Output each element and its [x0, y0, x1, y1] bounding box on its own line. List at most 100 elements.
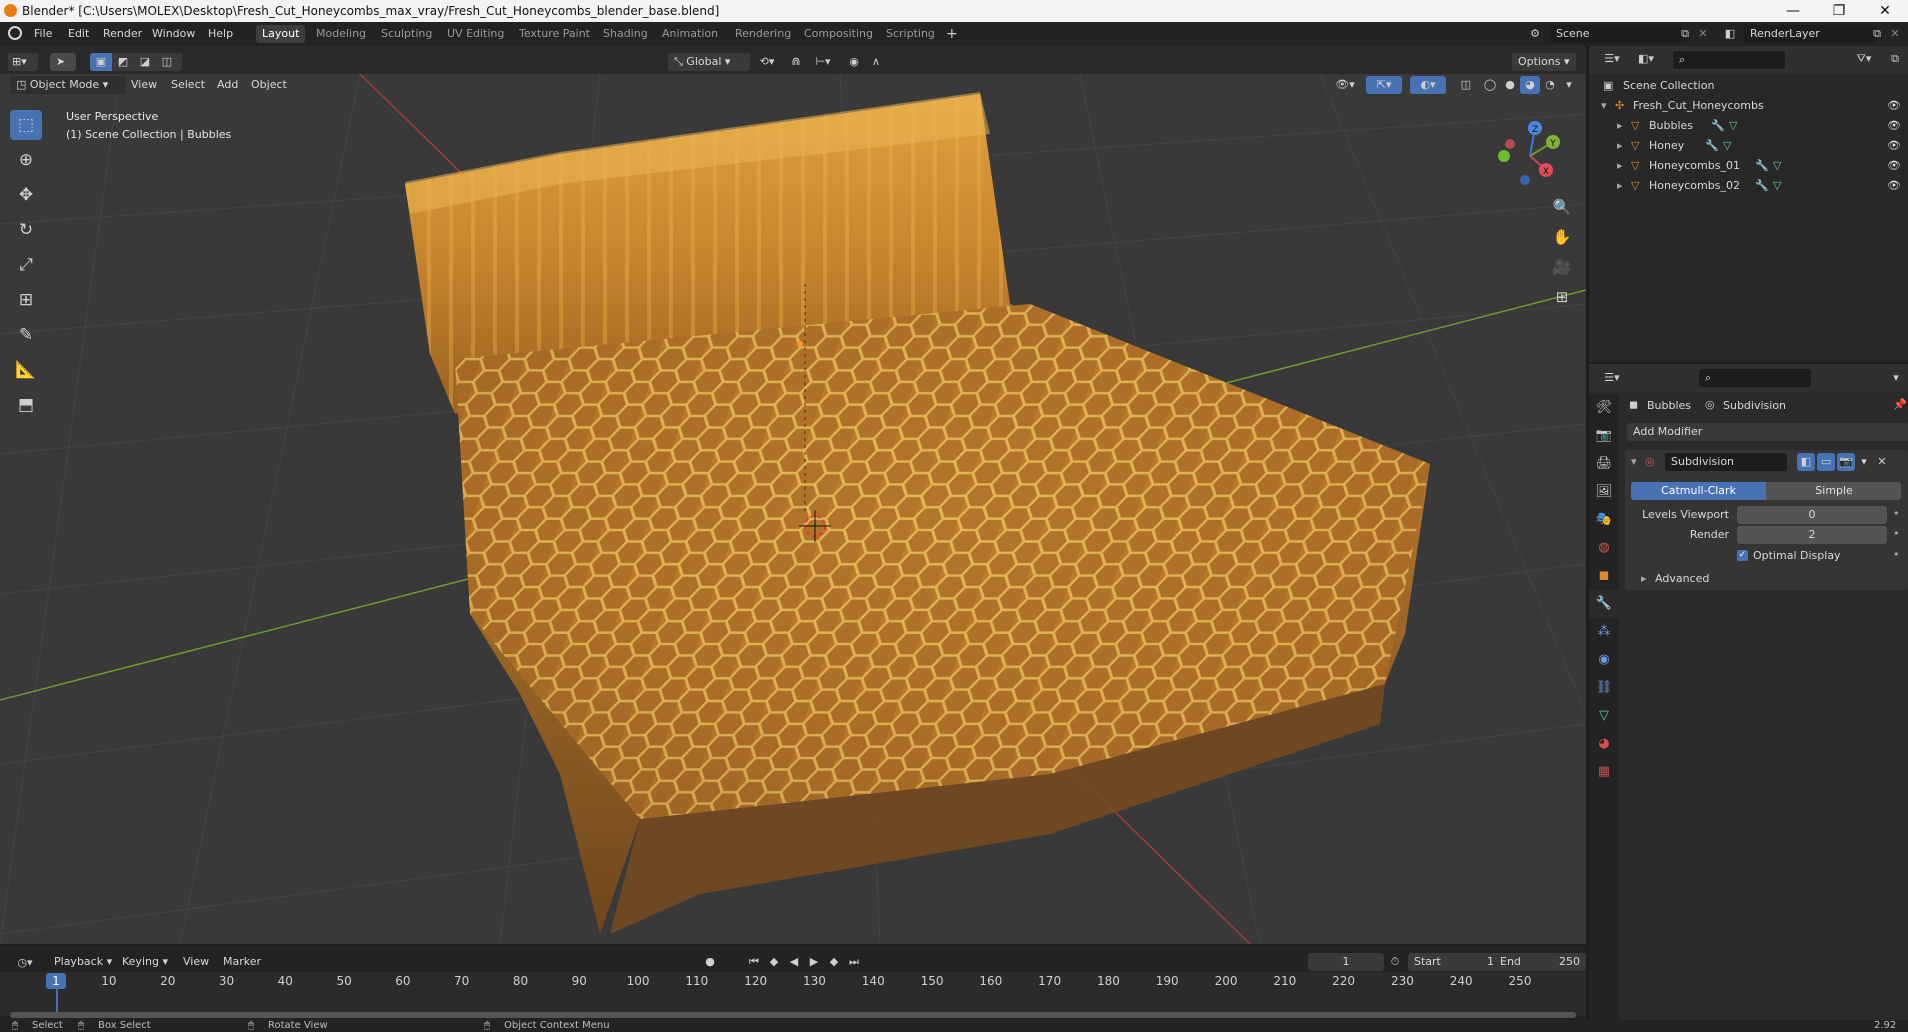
- blender-menu-icon[interactable]: [8, 26, 22, 40]
- render-levels-field[interactable]: 2: [1737, 526, 1887, 544]
- record-keyframe-icon[interactable]: ●: [700, 953, 720, 971]
- scale-tool-icon[interactable]: ⤢: [10, 250, 42, 280]
- advanced-subpanel[interactable]: Advanced: [1655, 572, 1709, 585]
- menu-help[interactable]: Help: [208, 27, 233, 40]
- mesh-data-icon[interactable]: ▽: [1773, 156, 1781, 176]
- mesh-data-icon[interactable]: ▽: [1723, 136, 1731, 156]
- tab-compositing[interactable]: Compositing: [798, 25, 879, 43]
- play-reverse-icon[interactable]: ◀: [785, 953, 803, 971]
- edit-mode-toggle-icon[interactable]: ◧: [1797, 453, 1815, 471]
- keyframe-dot-icon[interactable]: •: [1893, 527, 1900, 540]
- expand-arrow-icon[interactable]: ▸: [1617, 156, 1623, 176]
- delete-view-layer-icon[interactable]: ✕: [1888, 25, 1902, 43]
- mesh-data-icon[interactable]: ▽: [1729, 116, 1737, 136]
- tab-sculpting[interactable]: Sculpting: [375, 25, 438, 43]
- overlays-toggle-icon[interactable]: ◐▾: [1410, 76, 1446, 94]
- world-tab-icon[interactable]: ◍: [1589, 534, 1619, 562]
- filter-icon[interactable]: ⛛▾: [1849, 50, 1879, 68]
- new-view-layer-icon[interactable]: ⧉: [1868, 25, 1886, 43]
- render-toggle-icon[interactable]: 📷: [1837, 453, 1855, 471]
- minimize-button[interactable]: —: [1770, 0, 1816, 22]
- add-menu[interactable]: Add: [217, 78, 238, 91]
- proportional-edit-icon[interactable]: ◉: [844, 53, 864, 71]
- constraints-tab-icon[interactable]: ⛓: [1589, 674, 1619, 702]
- jump-start-icon[interactable]: ⏮: [745, 953, 763, 971]
- visibility-eye-icon[interactable]: 👁: [1887, 136, 1901, 156]
- tab-uv-editing[interactable]: UV Editing: [441, 25, 510, 43]
- visibility-eye-icon[interactable]: 👁: [1887, 96, 1901, 116]
- ortho-grid-icon[interactable]: ⊞: [1548, 284, 1576, 310]
- object-menu[interactable]: Object: [251, 78, 287, 91]
- tab-animation[interactable]: Animation: [656, 25, 724, 43]
- mesh-data-icon[interactable]: ▽: [1773, 176, 1781, 196]
- new-collection-icon[interactable]: ⧉: [1885, 50, 1905, 68]
- scene-icon[interactable]: ⚙: [1525, 25, 1545, 43]
- expand-arrow-icon[interactable]: ▸: [1617, 136, 1623, 156]
- subtract-selection-icon[interactable]: ◪: [134, 53, 156, 71]
- jump-next-keyframe-icon[interactable]: ◆: [825, 953, 843, 971]
- outliner-item-honeycombs-02[interactable]: ▸ ▽ Honeycombs_02 🔧 ▽ 👁: [1589, 176, 1908, 196]
- tab-layout[interactable]: Layout: [256, 25, 306, 43]
- modifier-name-input[interactable]: Subdivision: [1665, 453, 1787, 471]
- play-icon[interactable]: ▶: [805, 953, 823, 971]
- visibility-eye-icon[interactable]: 👁: [1887, 156, 1901, 176]
- options-dropdown[interactable]: Options ▾: [1512, 53, 1576, 71]
- select-tool-icon[interactable]: ➤: [50, 53, 76, 71]
- timeline-editor-type-icon[interactable]: ◷▾: [10, 954, 40, 972]
- viewport-toggle-icon[interactable]: ▭: [1817, 453, 1835, 471]
- outliner-item-honey[interactable]: ▸ ▽ Honey 🔧 ▽ 👁: [1589, 136, 1908, 156]
- menu-window[interactable]: Window: [152, 27, 195, 40]
- editor-type-icon[interactable]: ⊞▾: [8, 53, 38, 71]
- visibility-eye-icon[interactable]: 👁: [1887, 116, 1901, 136]
- remove-modifier-icon[interactable]: ✕: [1875, 453, 1889, 471]
- select-box-tool-icon[interactable]: ⬚: [10, 110, 42, 140]
- playback-menu[interactable]: Playback ▾: [48, 953, 120, 971]
- modifier-menu-icon[interactable]: ▾: [1857, 453, 1871, 471]
- new-selection-icon[interactable]: ▣: [90, 53, 112, 71]
- material-shading-icon[interactable]: ◕: [1520, 76, 1540, 94]
- menu-render[interactable]: Render: [103, 27, 142, 40]
- wireframe-shading-icon[interactable]: ◯: [1480, 76, 1500, 94]
- zoom-icon[interactable]: 🔍: [1548, 194, 1576, 220]
- camera-view-icon[interactable]: 🎥: [1548, 254, 1576, 280]
- data-tab-icon[interactable]: ▽: [1589, 702, 1619, 730]
- outliner-collection-row[interactable]: ▾ ✣ Fresh_Cut_Honeycombs 👁: [1589, 96, 1908, 116]
- visibility-eye-icon[interactable]: 👁: [1887, 176, 1901, 196]
- outliner-item-honeycombs-01[interactable]: ▸ ▽ Honeycombs_01 🔧 ▽ 👁: [1589, 156, 1908, 176]
- scene-selector[interactable]: Scene: [1550, 25, 1682, 43]
- add-workspace-button[interactable]: +: [940, 25, 964, 43]
- timeline-scrollbar[interactable]: [10, 1012, 1576, 1018]
- falloff-icon[interactable]: ∧: [866, 53, 886, 71]
- modifier-wrench-icon[interactable]: 🔧: [1711, 116, 1725, 136]
- selection-mode-group[interactable]: ▣ ◩ ◪ ◫: [90, 53, 182, 71]
- tool-tab-icon[interactable]: 🛠: [1589, 394, 1619, 422]
- snap-icon[interactable]: ⋒: [786, 53, 806, 71]
- optimal-display-checkbox[interactable]: ✓: [1737, 550, 1748, 561]
- rotate-tool-icon[interactable]: ↻: [10, 215, 42, 245]
- properties-editor-type-icon[interactable]: ☰▾: [1597, 369, 1627, 387]
- timeline-view-menu[interactable]: View: [183, 955, 209, 968]
- material-tab-icon[interactable]: ◕: [1589, 730, 1619, 758]
- menu-edit[interactable]: Edit: [68, 27, 89, 40]
- cursor-tool-icon[interactable]: ⊕: [10, 145, 42, 175]
- invert-selection-icon[interactable]: ◫: [156, 53, 178, 71]
- view-layer-tab-icon[interactable]: 🖼: [1589, 478, 1619, 506]
- add-modifier-dropdown[interactable]: Add Modifier: [1627, 423, 1908, 441]
- new-scene-icon[interactable]: ⧉: [1676, 25, 1694, 43]
- scene-tab-icon[interactable]: 🎭: [1589, 506, 1619, 534]
- object-tab-icon[interactable]: ◼: [1589, 562, 1619, 590]
- close-button[interactable]: ✕: [1862, 0, 1908, 22]
- outliner-search-input[interactable]: ⌕: [1673, 51, 1785, 69]
- extend-selection-icon[interactable]: ◩: [112, 53, 134, 71]
- jump-prev-keyframe-icon[interactable]: ◆: [765, 953, 783, 971]
- measure-tool-icon[interactable]: 📐: [10, 355, 42, 385]
- tab-rendering[interactable]: Rendering: [729, 25, 797, 43]
- expand-arrow-icon[interactable]: ▸: [1617, 176, 1623, 196]
- simple-button[interactable]: Simple: [1767, 482, 1901, 500]
- jump-end-icon[interactable]: ⏭: [845, 953, 863, 971]
- view-layer-icon[interactable]: ◧: [1720, 25, 1740, 43]
- transform-orientation-dropdown[interactable]: ⤡ Global ▾: [668, 53, 750, 71]
- collapse-arrow-icon[interactable]: ▾: [1631, 455, 1637, 468]
- output-tab-icon[interactable]: 🖨: [1589, 450, 1619, 478]
- end-frame-field[interactable]: End 250: [1494, 953, 1586, 971]
